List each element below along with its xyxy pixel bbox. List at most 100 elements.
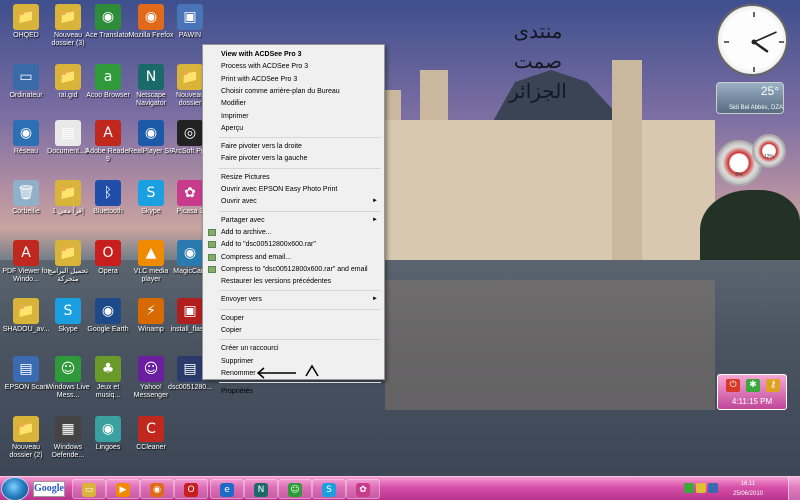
arabic-text: منتدى صمت الجزائر bbox=[488, 16, 588, 116]
tray-speaker-icon[interactable] bbox=[708, 483, 718, 493]
desktop-shortcut-label: Acoo Browser bbox=[86, 92, 130, 99]
context-menu-item[interactable]: Imprimer bbox=[203, 111, 384, 122]
context-menu-item[interactable]: Modifier bbox=[203, 98, 384, 109]
menu-separator bbox=[219, 382, 381, 384]
installer-icon: ▣ bbox=[177, 298, 203, 324]
context-menu-item[interactable]: Créer un raccourci bbox=[203, 343, 384, 354]
context-menu-item-label: Process with ACDSee Pro 3 bbox=[221, 63, 309, 71]
taskbar-button-internet-explorer[interactable]: e bbox=[210, 479, 244, 499]
desktop-shortcut[interactable]: ◉ Lingoes bbox=[84, 414, 132, 470]
desktop-shortcut[interactable]: A Adobe Reader 9 bbox=[84, 118, 132, 174]
context-menu-item[interactable]: Add to archive... bbox=[203, 227, 384, 238]
context-menu-item-label: Print with ACDSee Pro 3 bbox=[221, 75, 298, 83]
desktop-shortcut-label: SHADOU_av... bbox=[2, 326, 50, 333]
media-player-icon: ▶ bbox=[116, 483, 130, 497]
desktop-shortcut[interactable]: ♣ Jeux et musiq... bbox=[84, 354, 132, 410]
context-menu-item[interactable]: Couper bbox=[203, 313, 384, 324]
context-menu-item-label: Propriétés bbox=[221, 388, 253, 396]
submenu-arrow-icon: ► bbox=[372, 296, 378, 303]
desktop-shortcut-label: PDF Viewer for Windo... bbox=[2, 268, 50, 283]
context-menu-item[interactable]: View with ACDSee Pro 3 bbox=[203, 49, 384, 60]
context-menu-item-label: Supprimer bbox=[221, 357, 254, 365]
desktop-shortcut[interactable]: ◉ Ace Translator bbox=[84, 2, 132, 58]
desktop-shortcut[interactable]: ▭ Ordinateur bbox=[2, 62, 50, 118]
winrar-icon bbox=[208, 265, 216, 273]
context-menu-item-label: Renommer bbox=[221, 369, 256, 377]
context-menu-item[interactable]: Add to "dsc00512800x600.rar" bbox=[203, 239, 384, 250]
restart-icon[interactable]: ✱ bbox=[746, 379, 760, 392]
folder-icon: 📁 bbox=[13, 416, 39, 442]
context-menu-item[interactable]: Process with ACDSee Pro 3 bbox=[203, 61, 384, 72]
lingoes-icon: ◉ bbox=[95, 416, 121, 442]
taskbar-button-skype[interactable]: S bbox=[312, 479, 346, 499]
tray-network-icon[interactable] bbox=[684, 483, 694, 493]
desktop-shortcut[interactable]: a Acoo Browser bbox=[84, 62, 132, 118]
taskbar-clock[interactable]: 16:11 25/06/2010 bbox=[722, 479, 774, 499]
browser-icon: a bbox=[95, 64, 121, 90]
desktop-shortcut[interactable]: 📁 Nouveau dossier (2) bbox=[2, 414, 50, 470]
desktop-shortcut[interactable]: O Opera bbox=[84, 238, 132, 294]
desktop-shortcut[interactable]: 📁 OHQED bbox=[2, 2, 50, 58]
context-menu-item[interactable]: Ouvrir avec EPSON Easy Photo Print bbox=[203, 184, 384, 195]
desktop-shortcut[interactable]: 🗑 Corbeille bbox=[2, 178, 50, 234]
context-menu-item[interactable]: Partager avec ► bbox=[203, 215, 384, 226]
desktop-shortcut[interactable]: A PDF Viewer for Windo... bbox=[2, 238, 50, 294]
context-menu-item[interactable]: Choisir comme arrière-plan du Bureau bbox=[203, 86, 384, 97]
desktop-shortcut[interactable]: ◉ Google Earth bbox=[84, 296, 132, 352]
desktop-shortcut-label: Adobe Reader 9 bbox=[85, 148, 131, 163]
context-menu-item[interactable]: Propriétés bbox=[203, 386, 384, 397]
messenger-icon: ☺ bbox=[288, 483, 302, 497]
desktop-shortcut-label: Ace Translator bbox=[85, 32, 131, 39]
desktop-shortcut[interactable]: ▤ EPSON Scan bbox=[2, 354, 50, 410]
desktop[interactable]: 📁 OHQED 📁 Nouveau dossier (3) ◉ Ace Translato… bbox=[0, 0, 800, 476]
menu-separator bbox=[219, 290, 381, 292]
context-menu-item[interactable]: Restaurer les versions précédentes bbox=[203, 276, 384, 287]
context-menu-item[interactable]: Resize Pictures bbox=[203, 172, 384, 183]
context-menu-item[interactable]: Aperçu bbox=[203, 123, 384, 134]
desktop-shortcut[interactable]: ᛒ Bluetooth bbox=[84, 178, 132, 234]
context-menu-item-label: Créer un raccourci bbox=[221, 345, 279, 353]
taskbar-button-picasa[interactable]: ✿ bbox=[346, 479, 380, 499]
winrar-icon bbox=[208, 228, 216, 236]
context-menu-item-label: Aperçu bbox=[221, 124, 244, 132]
context-menu-item[interactable]: Compress and email... bbox=[203, 252, 384, 263]
context-menu-item-label: Envoyer vers bbox=[221, 296, 262, 304]
memory-meter-gadget[interactable]: 12% bbox=[752, 134, 786, 168]
cpu-meter-value: 5% bbox=[735, 172, 743, 178]
winamp-icon: ⚡ bbox=[138, 298, 164, 324]
firefox-icon: ◉ bbox=[150, 483, 164, 497]
context-menu-item[interactable]: Compress to "dsc00512800x600.rar" and em… bbox=[203, 264, 384, 275]
power-icon[interactable]: ⏻ bbox=[726, 379, 740, 392]
tray-flag-icon[interactable] bbox=[696, 483, 706, 493]
show-desktop-button[interactable] bbox=[788, 477, 800, 500]
network-globe-icon: ◉ bbox=[13, 120, 39, 146]
context-menu-item[interactable]: Envoyer vers ► bbox=[203, 294, 384, 305]
menu-separator bbox=[219, 210, 381, 212]
context-menu-item[interactable]: Faire pivoter vers la gauche bbox=[203, 153, 384, 164]
context-menu-item[interactable]: Ouvrir avec ► bbox=[203, 196, 384, 207]
start-button[interactable] bbox=[1, 477, 29, 500]
taskbar-button-media-player[interactable]: ▶ bbox=[106, 479, 140, 499]
folder-icon: 📁 bbox=[55, 4, 81, 30]
lock-icon[interactable]: ⚷ bbox=[766, 379, 780, 392]
taskbar-button-firefox[interactable]: ◉ bbox=[140, 479, 174, 499]
taskbar-button-opera[interactable]: O bbox=[174, 479, 208, 499]
computer-icon: ▭ bbox=[13, 64, 39, 90]
taskbar-button-explorer[interactable]: ▭ bbox=[72, 479, 106, 499]
context-menu-item[interactable]: Print with ACDSee Pro 3 bbox=[203, 74, 384, 85]
desktop-shortcut[interactable]: 📁 SHADOU_av... bbox=[2, 296, 50, 352]
skype-icon: S bbox=[322, 483, 336, 497]
wallpaper-reflection bbox=[385, 280, 715, 410]
taskbar-date: 25/06/2010 bbox=[732, 491, 764, 497]
context-menu-item[interactable]: Copier bbox=[203, 325, 384, 336]
weather-gadget[interactable]: 25° Sidi Bel Abbès, DZA bbox=[716, 82, 784, 114]
taskbar-button-netscape[interactable]: N bbox=[244, 479, 278, 499]
desktop-shortcut[interactable]: C CCleaner bbox=[127, 414, 175, 470]
taskbar-button-messenger[interactable]: ☺ bbox=[278, 479, 312, 499]
yahoo-messenger-icon: ☺ bbox=[138, 356, 164, 382]
desktop-shortcut-label: Ordinateur bbox=[9, 92, 43, 99]
google-toolbar[interactable]: Google bbox=[33, 481, 65, 497]
desktop-shortcut[interactable]: ◉ Réseau bbox=[2, 118, 50, 174]
clock-gadget[interactable] bbox=[716, 4, 788, 76]
context-menu-item[interactable]: Faire pivoter vers la droite bbox=[203, 141, 384, 152]
